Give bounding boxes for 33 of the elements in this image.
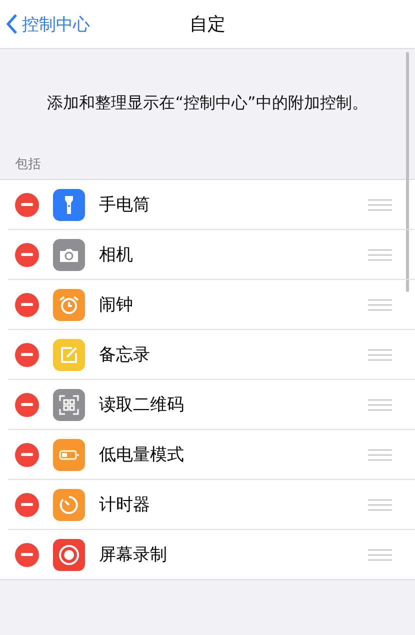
remove-button[interactable] [15, 392, 39, 416]
back-chevron-icon [6, 13, 18, 35]
control-label: 手电筒 [99, 194, 151, 216]
drag-handle-icon[interactable] [368, 398, 392, 410]
record-icon [58, 544, 80, 566]
remove-button[interactable] [15, 342, 39, 366]
alarm-clock-icon [58, 294, 80, 316]
remove-button[interactable] [15, 542, 39, 566]
control-label: 低电量模式 [99, 444, 185, 466]
remove-button[interactable] [15, 492, 39, 516]
description-text: 添加和整理显示在“控制中心”中的附加控制。 [46, 92, 369, 114]
drag-handle-icon[interactable] [368, 248, 392, 260]
remove-button[interactable] [15, 192, 39, 216]
timer-icon [58, 494, 80, 516]
drag-handle-icon[interactable] [368, 298, 392, 310]
drag-handle-icon[interactable] [368, 348, 392, 360]
qr-code-icon [58, 394, 80, 416]
control-label: 备忘录 [99, 344, 151, 366]
control-label: 相机 [99, 244, 134, 266]
remove-button[interactable] [15, 242, 39, 266]
remove-button[interactable] [15, 442, 39, 466]
control-label: 计时器 [99, 494, 151, 516]
page-title: 自定 [190, 13, 226, 36]
control-label: 闹钟 [99, 294, 134, 316]
remove-button[interactable] [15, 292, 39, 316]
section-header: 包括 [15, 156, 42, 174]
control-label: 读取二维码 [99, 394, 185, 416]
drag-handle-icon[interactable] [368, 448, 392, 460]
back-link[interactable]: 控制中心 [0, 12, 90, 36]
drag-handle-icon[interactable] [368, 198, 392, 210]
drag-handle-icon[interactable] [368, 498, 392, 510]
control-label: 屏幕录制 [99, 544, 168, 566]
drag-handle-icon[interactable] [368, 548, 392, 560]
